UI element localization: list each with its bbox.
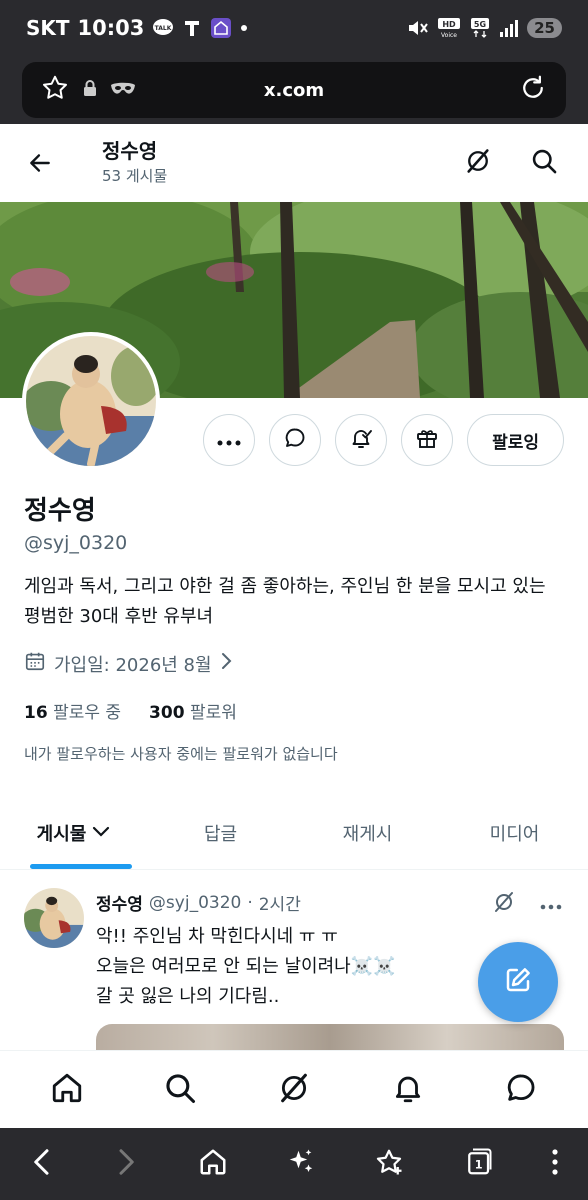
grok-icon[interactable]	[277, 1071, 311, 1109]
hd-voice-icon: HD Voice	[437, 17, 461, 39]
gift-button[interactable]	[401, 414, 454, 466]
post-author-handle[interactable]: @syj_0320	[149, 893, 241, 913]
bell-check-icon	[349, 426, 373, 454]
app-icon	[210, 17, 232, 39]
browser-toolbar: x.com	[0, 56, 588, 124]
tab-label: 미디어	[489, 823, 540, 845]
search-icon[interactable]	[530, 147, 558, 179]
following-label: 팔로우 중	[53, 703, 122, 723]
tab-label: 게시물	[36, 823, 87, 845]
forward-chevron-icon[interactable]	[113, 1147, 139, 1181]
t-icon	[182, 18, 202, 38]
search-icon[interactable]	[163, 1071, 197, 1109]
bottom-navigation	[0, 1050, 588, 1128]
star-icon[interactable]	[40, 73, 70, 107]
more-options-button[interactable]	[203, 414, 256, 466]
followers-stat[interactable]: 300 팔로워	[149, 698, 237, 723]
sparkle-icon[interactable]	[286, 1147, 316, 1181]
notify-button[interactable]	[335, 414, 388, 466]
gift-icon	[415, 426, 439, 454]
tab-posts[interactable]: 게시물	[0, 796, 147, 869]
post-text: 악!! 주인님 차 막힌다시네 ㅠ ㅠ 오늘은 여러모로 안 되는 날이려나☠️…	[96, 926, 396, 1007]
tab-label: 답글	[203, 823, 238, 845]
svg-text:Voice: Voice	[441, 32, 457, 39]
profile-avatar[interactable]	[22, 332, 160, 470]
post-avatar[interactable]	[24, 888, 84, 948]
chevron-down-icon	[92, 822, 110, 843]
svg-text:5G: 5G	[474, 20, 486, 29]
calendar-icon	[24, 650, 46, 677]
browser-bottom-bar: 1	[0, 1128, 588, 1200]
browser-home-icon[interactable]	[198, 1147, 228, 1181]
talk-icon: TALK	[152, 18, 174, 38]
followers-label: 팔로워	[189, 703, 237, 723]
notifications-bell-icon[interactable]	[391, 1071, 425, 1109]
header-post-count: 53 게시물	[102, 167, 168, 185]
post-author-name[interactable]: 정수영	[96, 890, 143, 915]
compose-pen-icon	[503, 965, 533, 999]
chevron-right-icon	[220, 651, 234, 676]
chat-bubble-icon	[283, 426, 307, 454]
profile-header: 정수영 53 게시물	[0, 124, 588, 202]
more-dots-icon	[217, 431, 241, 450]
svg-text:1: 1	[474, 1158, 482, 1171]
follow-stats: 16 팔로우 중 300 팔로워	[24, 698, 237, 723]
following-button[interactable]: 팔로잉	[467, 414, 564, 466]
tabs-icon[interactable]: 1	[463, 1147, 493, 1181]
post-separator: ·	[247, 892, 253, 913]
svg-text:HD: HD	[442, 20, 456, 29]
lock-icon[interactable]	[82, 79, 98, 101]
tab-reposts[interactable]: 재게시	[294, 796, 441, 869]
svg-text:TALK: TALK	[155, 25, 172, 32]
carrier-label: SKT	[26, 16, 70, 40]
5g-icon: 5G	[469, 17, 491, 39]
mute-icon	[407, 18, 429, 38]
grok-icon[interactable]	[492, 890, 516, 918]
post-more-icon[interactable]	[540, 895, 562, 914]
browser-menu-icon[interactable]	[551, 1147, 559, 1181]
incognito-mask-icon[interactable]	[110, 81, 136, 100]
reload-icon[interactable]	[518, 73, 548, 107]
home-icon[interactable]	[50, 1071, 84, 1109]
post-header: 정수영 @syj_0320 · 2시간	[96, 890, 301, 916]
joined-text: 가입일: 2026년 8월	[54, 654, 212, 676]
profile-bio: 게임과 독서, 그리고 야한 걸 좀 좋아하는, 주인님 한 분을 모시고 있는…	[24, 576, 546, 627]
header-name: 정수영	[102, 139, 158, 163]
tab-label: 재게시	[342, 823, 393, 845]
back-chevron-icon[interactable]	[29, 1147, 55, 1181]
profile-actions: 팔로잉	[203, 414, 564, 466]
profile-tabs: 게시물 답글 재게시 미디어	[0, 796, 588, 870]
grok-icon[interactable]	[464, 147, 492, 179]
back-arrow-icon[interactable]	[24, 147, 56, 179]
post-image[interactable]	[96, 1024, 564, 1050]
tab-replies[interactable]: 답글	[147, 796, 294, 869]
followers-count: 300	[149, 703, 185, 723]
mutual-followers-note: 내가 팔로우하는 사용자 중에는 팔로워가 없습니다	[24, 745, 338, 763]
following-stat[interactable]: 16 팔로우 중	[24, 698, 121, 723]
joined-date[interactable]: 가입일: 2026년 8월	[24, 650, 234, 677]
url-bar[interactable]: x.com	[22, 62, 566, 118]
bookmark-star-icon[interactable]	[374, 1147, 404, 1181]
signal-icon	[499, 18, 519, 38]
messages-bubble-icon[interactable]	[504, 1071, 538, 1109]
battery-indicator: 25	[527, 18, 562, 38]
status-bar: SKT 10:03 TALK HD Voice 5G 25	[0, 0, 588, 56]
following-count: 16	[24, 703, 48, 723]
compose-button[interactable]	[478, 942, 558, 1022]
tab-media[interactable]: 미디어	[441, 796, 588, 869]
dot-icon	[240, 24, 248, 32]
profile-name: 정수영	[24, 496, 96, 526]
message-button[interactable]	[269, 414, 322, 466]
profile-handle: @syj_0320	[24, 532, 128, 554]
post-time[interactable]: 2시간	[259, 890, 301, 915]
clock: 10:03	[77, 16, 145, 40]
